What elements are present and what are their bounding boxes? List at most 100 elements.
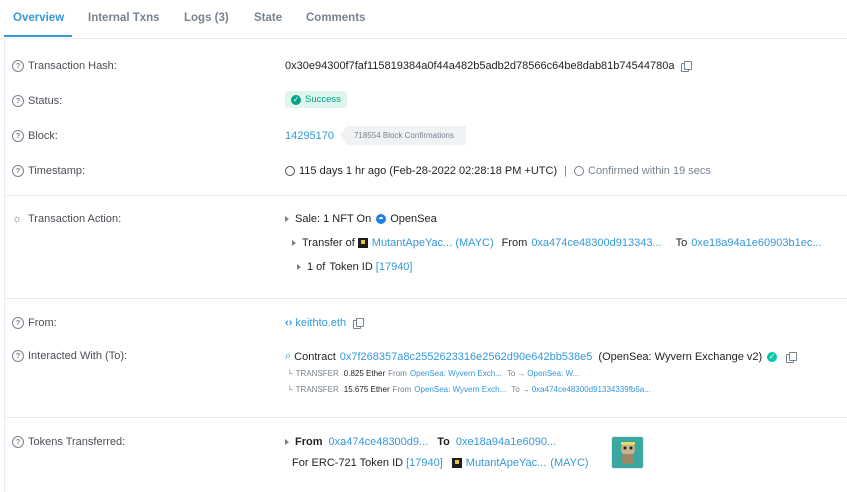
- sale-row: Sale: 1 NFT On OpenSea: [285, 213, 437, 225]
- help-icon: ?: [12, 130, 24, 142]
- sale-text: Sale: 1 NFT On: [295, 213, 372, 225]
- divider: [4, 298, 847, 299]
- block-label-row: ? Block:: [12, 130, 58, 142]
- ens-icon: ‹›: [285, 317, 293, 329]
- block-confirmations-badge: 718554 Block Confirmations: [339, 126, 467, 145]
- tx-hash-value: 0x30e94300f7faf115819384a0f44a482b5adb2d…: [285, 60, 675, 72]
- tokens-label: Tokens Transferred:: [28, 436, 126, 448]
- tokens-label-row: ? Tokens Transferred:: [12, 436, 125, 448]
- status-badge: ✓ Success: [285, 91, 347, 108]
- mayc-token-icon: [357, 238, 368, 248]
- transfer-to-label: To: [506, 369, 516, 378]
- tx-hash-label: Transaction Hash:: [28, 60, 117, 72]
- transfer-label: TRANSFER: [295, 369, 339, 378]
- tokens-to-label: To: [437, 436, 450, 448]
- arrow-right-icon: →: [521, 385, 530, 394]
- from-row: ‹› keithto.eth: [285, 317, 365, 329]
- lightbulb-icon: ☼: [12, 213, 23, 225]
- tx-action-label: Transaction Action:: [28, 213, 122, 225]
- tab-logs[interactable]: Logs (3): [184, 12, 229, 24]
- help-icon: ?: [12, 317, 24, 329]
- from-field-label: From:: [28, 317, 57, 329]
- timestamp-label-row: ? Timestamp:: [12, 165, 85, 177]
- copy-icon[interactable]: [786, 351, 798, 363]
- transfer-from-link[interactable]: OpenSea: Wyvern Exch...: [414, 385, 506, 394]
- tokens-for-label: For ERC-721 Token ID: [292, 457, 404, 469]
- transfer-of-row: Transfer of MutantApeYac... (MAYC) From …: [292, 237, 822, 249]
- tokens-to-link[interactable]: 0xe18a94a1e6090...: [456, 436, 556, 448]
- copy-icon[interactable]: [681, 61, 693, 72]
- active-tab-indicator: [4, 35, 72, 37]
- status-label-row: ? Status:: [12, 95, 62, 107]
- clock-icon: [574, 166, 584, 176]
- from-label: From: [501, 237, 528, 249]
- confirmed-within: Confirmed within 19 secs: [588, 165, 711, 177]
- divider: [4, 417, 847, 418]
- opensea-icon: [376, 214, 387, 224]
- from-label-row: ? From:: [12, 317, 57, 329]
- from-address-link[interactable]: 0xa474ce48300d913343...: [531, 237, 661, 249]
- transfer-amount: 0.825 Ether: [343, 369, 386, 378]
- token-id-label: Token ID: [329, 261, 373, 273]
- token-count-row: 1 of Token ID [17940]: [297, 261, 412, 273]
- caret-right-icon: [292, 240, 296, 246]
- timestamp-row: 115 days 1 hr ago (Feb-28-2022 02:28:18 …: [285, 165, 711, 177]
- contract-row: ⌕ Contract 0x7f268357a8c2552623316e2562d…: [285, 350, 798, 363]
- tokens-id-link[interactable]: [17940]: [406, 457, 443, 469]
- status-label: Status:: [28, 95, 63, 107]
- tab-state[interactable]: State: [254, 12, 282, 24]
- contract-label: Contract: [294, 350, 336, 363]
- block-number-link[interactable]: 14295170: [285, 130, 334, 142]
- help-icon: ?: [12, 95, 24, 107]
- timestamp-label: Timestamp:: [28, 165, 86, 177]
- tab-internal-txns[interactable]: Internal Txns: [88, 12, 160, 24]
- status-row: ✓ Success: [285, 91, 347, 108]
- transfer-from-label: From: [392, 385, 412, 394]
- caret-right-icon: [285, 216, 289, 222]
- help-icon: ?: [12, 350, 24, 362]
- transfer-label: TRANSFER: [295, 385, 339, 394]
- transfer-to-link[interactable]: 0xa474ce48300d91334339fb5a...: [532, 385, 651, 394]
- tab-comments[interactable]: Comments: [306, 12, 365, 24]
- contract-address-link[interactable]: 0x7f268357a8c2552623316e2562d90e642bb538…: [340, 351, 593, 363]
- timestamp-value: 115 days 1 hr ago (Feb-28-2022 02:28:18 …: [299, 165, 558, 177]
- marketplace-name: OpenSea: [390, 213, 437, 225]
- copy-icon[interactable]: [353, 318, 365, 329]
- tab-bar: Overview Internal Txns Logs (3) State Co…: [0, 0, 847, 39]
- check-circle-icon: ✓: [291, 94, 301, 105]
- tree-branch-icon: └: [287, 369, 293, 378]
- tx-hash-label-row: ? Transaction Hash:: [12, 60, 117, 72]
- to-address-link[interactable]: 0xe18a94a1e60903b1ec...: [691, 237, 821, 249]
- help-icon: ?: [12, 60, 24, 72]
- tab-overview[interactable]: Overview: [13, 12, 64, 24]
- tree-branch-icon: └: [287, 385, 293, 394]
- interacted-label: Interacted With (To):: [28, 350, 128, 362]
- nft-thumbnail[interactable]: [611, 436, 644, 469]
- interacted-label-row: ? Interacted With (To):: [12, 350, 127, 362]
- divider: [4, 195, 847, 196]
- transfer-to-link[interactable]: OpenSea: W...: [527, 369, 579, 378]
- from-ens-link[interactable]: keithto.eth: [295, 317, 346, 329]
- tokens-symbol: (MAYC): [550, 457, 589, 469]
- token-name-link[interactable]: MutantApeYac... (MAYC): [372, 237, 494, 249]
- panel-border: [4, 38, 5, 492]
- transfer-amount: 15.675 Ether: [343, 385, 390, 394]
- transfer-to-label: To: [511, 385, 520, 394]
- tokens-from-link[interactable]: 0xa474ce48300d9...: [329, 436, 429, 448]
- token-id-link[interactable]: [17940]: [376, 261, 413, 273]
- caret-right-icon: [285, 439, 289, 445]
- tokens-from-to-row: From 0xa474ce48300d9... To 0xe18a94a1e60…: [285, 436, 556, 448]
- caret-right-icon: [297, 264, 301, 270]
- tokens-name-link[interactable]: MutantApeYac...: [466, 457, 547, 469]
- block-row: 14295170 718554 Block Confirmations: [285, 126, 467, 145]
- to-label: To: [675, 237, 688, 249]
- transfer-from-link[interactable]: OpenSea: Wyvern Exch...: [410, 369, 502, 378]
- contract-name: (OpenSea: Wyvern Exchange v2): [598, 350, 763, 363]
- tx-hash-row: 0x30e94300f7faf115819384a0f44a482b5adb2d…: [285, 60, 693, 72]
- clock-icon: [285, 166, 295, 176]
- arrow-right-icon: →: [517, 369, 526, 378]
- tokens-from-label: From: [295, 436, 323, 448]
- internal-transfer-row-1: └ TRANSFER 0.825 Ether From OpenSea: Wyv…: [287, 369, 579, 378]
- mayc-token-icon: [451, 458, 462, 468]
- timestamp-separator: |: [564, 165, 567, 177]
